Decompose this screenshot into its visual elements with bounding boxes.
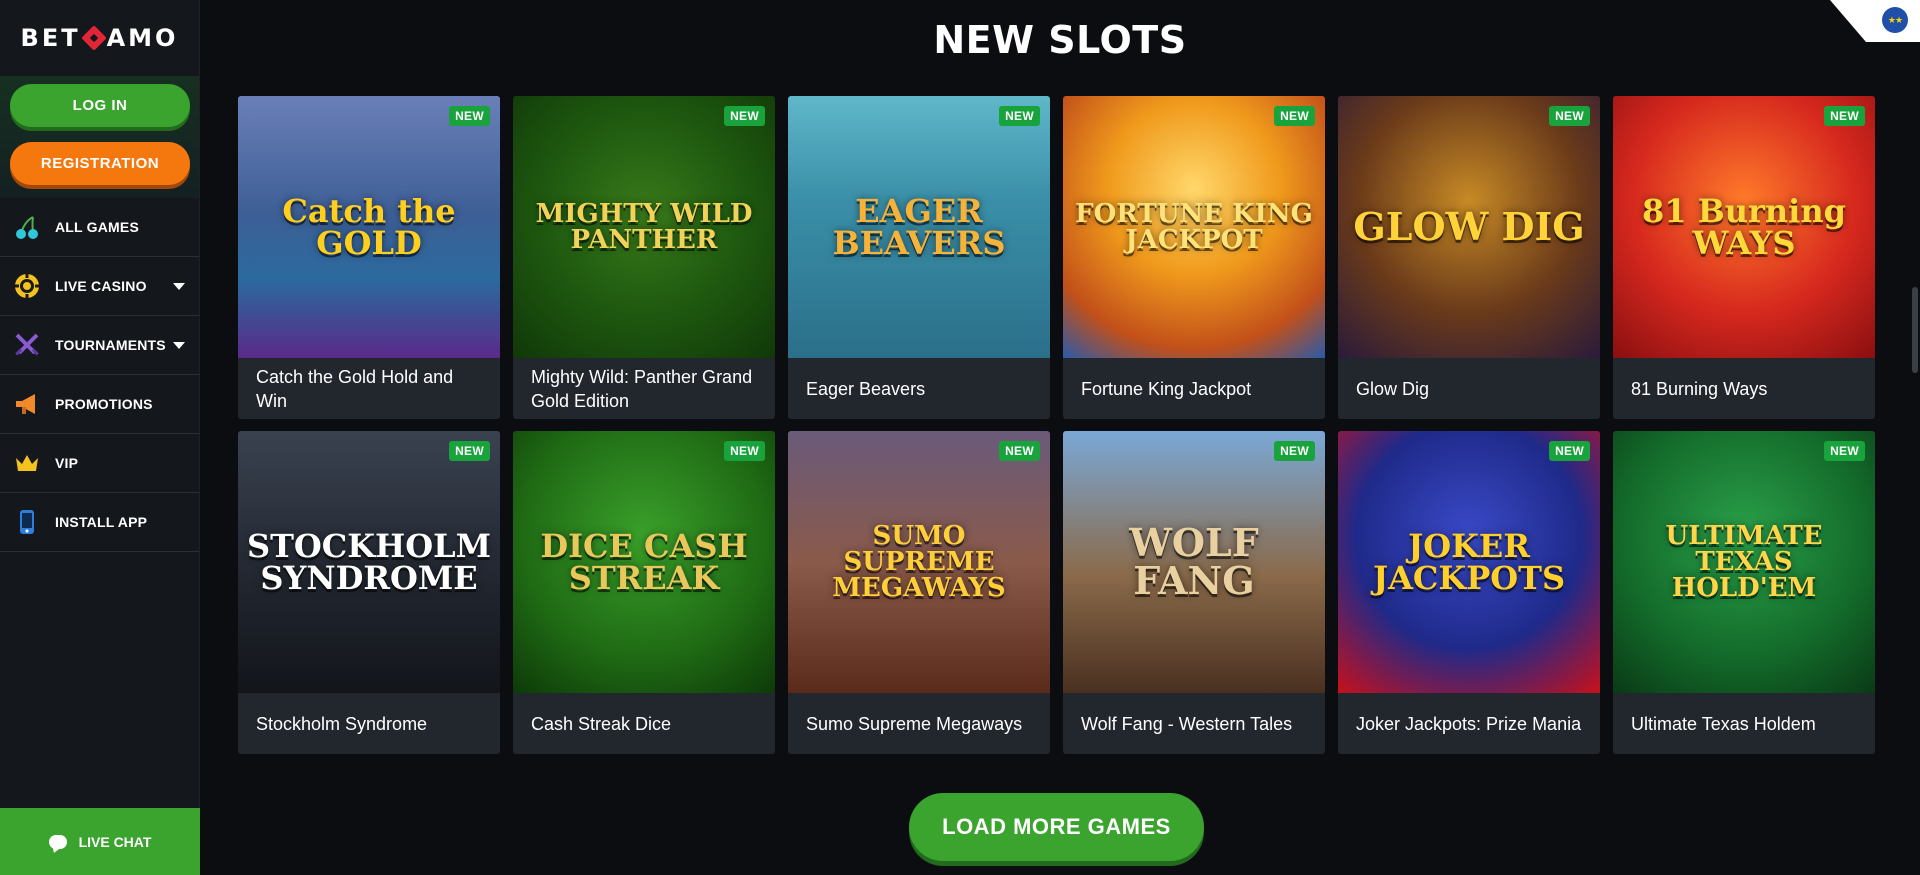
megaphone-icon <box>12 389 42 419</box>
sidebar-item-vip[interactable]: VIP <box>0 434 199 493</box>
new-badge: NEW <box>449 106 490 126</box>
sidebar-nav: ALL GAMES LIVE CASINO TOURNAMENTS PROMOT… <box>0 198 199 552</box>
chat-bubble-icon <box>48 834 67 849</box>
main-content: NEW SLOTS Catch the GOLD NEW Catch the Go… <box>200 0 1920 875</box>
logo-text-left: BET <box>20 24 81 52</box>
game-thumbnail[interactable]: FORTUNE KING JACKPOT NEW <box>1063 96 1325 358</box>
game-title[interactable]: 81 Burning Ways <box>1613 358 1875 419</box>
game-art-text: DICE CASH STREAK <box>540 527 748 597</box>
auth-panel: LOG IN REGISTRATION <box>0 76 199 198</box>
login-button[interactable]: LOG IN <box>10 84 190 127</box>
load-more-games-button[interactable]: LOAD MORE GAMES <box>909 793 1204 861</box>
game-card[interactable]: JOKER JACKPOTS NEW Joker Jackpots: Prize … <box>1338 431 1600 754</box>
phone-icon <box>12 507 42 537</box>
game-title[interactable]: Fortune King Jackpot <box>1063 358 1325 419</box>
sidebar-item-all-games[interactable]: ALL GAMES <box>0 198 199 257</box>
game-art-text: GLOW DIG <box>1353 204 1585 249</box>
game-art-text: STOCKHOLM SYNDROME <box>246 527 492 597</box>
new-badge: NEW <box>999 106 1040 126</box>
game-card[interactable]: EAGER BEAVERS NEW Eager Beavers <box>788 96 1050 419</box>
scrollbar[interactable] <box>1910 42 1920 875</box>
new-badge: NEW <box>1274 441 1315 461</box>
game-card[interactable]: FORTUNE KING JACKPOT NEW Fortune King Jac… <box>1063 96 1325 419</box>
game-thumbnail[interactable]: Catch the GOLD NEW <box>238 96 500 358</box>
game-art-text: ULTIMATE TEXAS HOLD'EM <box>1665 521 1823 603</box>
logo[interactable]: BET AMO <box>0 0 199 76</box>
game-art-text: SUMO SUPREME MEGAWAYS <box>832 521 1006 603</box>
game-title[interactable]: Mighty Wild: Panther Grand Gold Edition <box>513 358 775 419</box>
game-thumbnail[interactable]: JOKER JACKPOTS NEW <box>1338 431 1600 693</box>
registration-button[interactable]: REGISTRATION <box>10 142 190 185</box>
live-chat-label: LIVE CHAT <box>78 833 152 850</box>
game-art-text: MIGHTY WILD PANTHER <box>535 199 753 255</box>
game-thumbnail[interactable]: SUMO SUPREME MEGAWAYS NEW <box>788 431 1050 693</box>
new-badge: NEW <box>1549 441 1590 461</box>
game-thumbnail[interactable]: MIGHTY WILD PANTHER NEW <box>513 96 775 358</box>
game-title[interactable]: Cash Streak Dice <box>513 693 775 754</box>
section-title: NEW SLOTS <box>933 18 1187 62</box>
scrollbar-thumb[interactable] <box>1912 287 1918 373</box>
game-title[interactable]: Wolf Fang - Western Tales <box>1063 693 1325 754</box>
game-title[interactable]: Glow Dig <box>1338 358 1600 419</box>
game-title[interactable]: Stockholm Syndrome <box>238 693 500 754</box>
game-title[interactable]: Catch the Gold Hold and Win <box>238 358 500 419</box>
game-thumbnail[interactable]: GLOW DIG NEW <box>1338 96 1600 358</box>
game-art-text: Catch the GOLD <box>282 192 456 262</box>
sidebar-item-live-casino[interactable]: LIVE CASINO <box>0 257 199 316</box>
sidebar-item-label: PROMOTIONS <box>55 396 153 412</box>
new-badge: NEW <box>1824 106 1865 126</box>
sidebar-item-label: LIVE CASINO <box>55 278 147 294</box>
game-card[interactable]: DICE CASH STREAK NEW Cash Streak Dice <box>513 431 775 754</box>
sidebar-item-label: VIP <box>55 455 79 471</box>
game-title[interactable]: Eager Beavers <box>788 358 1050 419</box>
eu-flag-icon[interactable]: ★★ <box>1882 7 1908 33</box>
chevron-down-icon[interactable] <box>173 283 185 290</box>
new-badge: NEW <box>1824 441 1865 461</box>
game-card[interactable]: STOCKHOLM SYNDROME NEW Stockholm Syndrome <box>238 431 500 754</box>
game-art-text: JOKER JACKPOTS <box>1372 527 1566 597</box>
game-title[interactable]: Sumo Supreme Megaways <box>788 693 1050 754</box>
chevron-down-icon[interactable] <box>173 342 185 349</box>
game-card[interactable]: ULTIMATE TEXAS HOLD'EM NEW Ultimate Texas… <box>1613 431 1875 754</box>
sidebar-item-label: ALL GAMES <box>55 219 139 235</box>
sidebar-item-label: TOURNAMENTS <box>55 337 166 353</box>
new-badge: NEW <box>724 441 765 461</box>
sidebar: BET AMO LOG IN REGISTRATION ALL GAMES LI… <box>0 0 200 875</box>
game-card[interactable]: 81 Burning WAYS NEW 81 Burning Ways <box>1613 96 1875 419</box>
game-title[interactable]: Joker Jackpots: Prize Mania <box>1338 693 1600 754</box>
sidebar-item-promotions[interactable]: PROMOTIONS <box>0 375 199 434</box>
game-art-text: FORTUNE KING JACKPOT <box>1075 199 1313 255</box>
game-art-text: 81 Burning WAYS <box>1642 192 1846 262</box>
new-badge: NEW <box>1274 106 1315 126</box>
crown-icon <box>12 448 42 478</box>
game-thumbnail[interactable]: EAGER BEAVERS NEW <box>788 96 1050 358</box>
new-badge: NEW <box>1549 106 1590 126</box>
games-grid: Catch the GOLD NEW Catch the Gold Hold an… <box>238 96 1875 754</box>
poker-chip-icon <box>12 271 42 301</box>
game-card[interactable]: GLOW DIG NEW Glow Dig <box>1338 96 1600 419</box>
game-thumbnail[interactable]: DICE CASH STREAK NEW <box>513 431 775 693</box>
logo-diamond-icon <box>80 25 107 51</box>
game-thumbnail[interactable]: WOLF FANG NEW <box>1063 431 1325 693</box>
game-title[interactable]: Ultimate Texas Holdem <box>1613 693 1875 754</box>
game-card[interactable]: WOLF FANG NEW Wolf Fang - Western Tales <box>1063 431 1325 754</box>
new-badge: NEW <box>999 441 1040 461</box>
game-card[interactable]: MIGHTY WILD PANTHER NEW Mighty Wild: Pant… <box>513 96 775 419</box>
game-art-text: EAGER BEAVERS <box>832 192 1006 262</box>
sidebar-item-tournaments[interactable]: TOURNAMENTS <box>0 316 199 375</box>
game-art-text: WOLF FANG <box>1129 520 1259 603</box>
new-badge: NEW <box>449 441 490 461</box>
game-thumbnail[interactable]: ULTIMATE TEXAS HOLD'EM NEW <box>1613 431 1875 693</box>
live-chat-button[interactable]: LIVE CHAT <box>0 808 200 875</box>
crossed-swords-icon <box>12 330 42 360</box>
cherries-icon <box>12 212 42 242</box>
sidebar-item-install-app[interactable]: INSTALL APP <box>0 493 199 552</box>
game-card[interactable]: SUMO SUPREME MEGAWAYS NEW Sumo Supreme Me… <box>788 431 1050 754</box>
logo-text-right: AMO <box>106 24 179 52</box>
new-badge: NEW <box>724 106 765 126</box>
sidebar-item-label: INSTALL APP <box>55 514 148 530</box>
game-thumbnail[interactable]: STOCKHOLM SYNDROME NEW <box>238 431 500 693</box>
game-thumbnail[interactable]: 81 Burning WAYS NEW <box>1613 96 1875 358</box>
game-card[interactable]: Catch the GOLD NEW Catch the Gold Hold an… <box>238 96 500 419</box>
